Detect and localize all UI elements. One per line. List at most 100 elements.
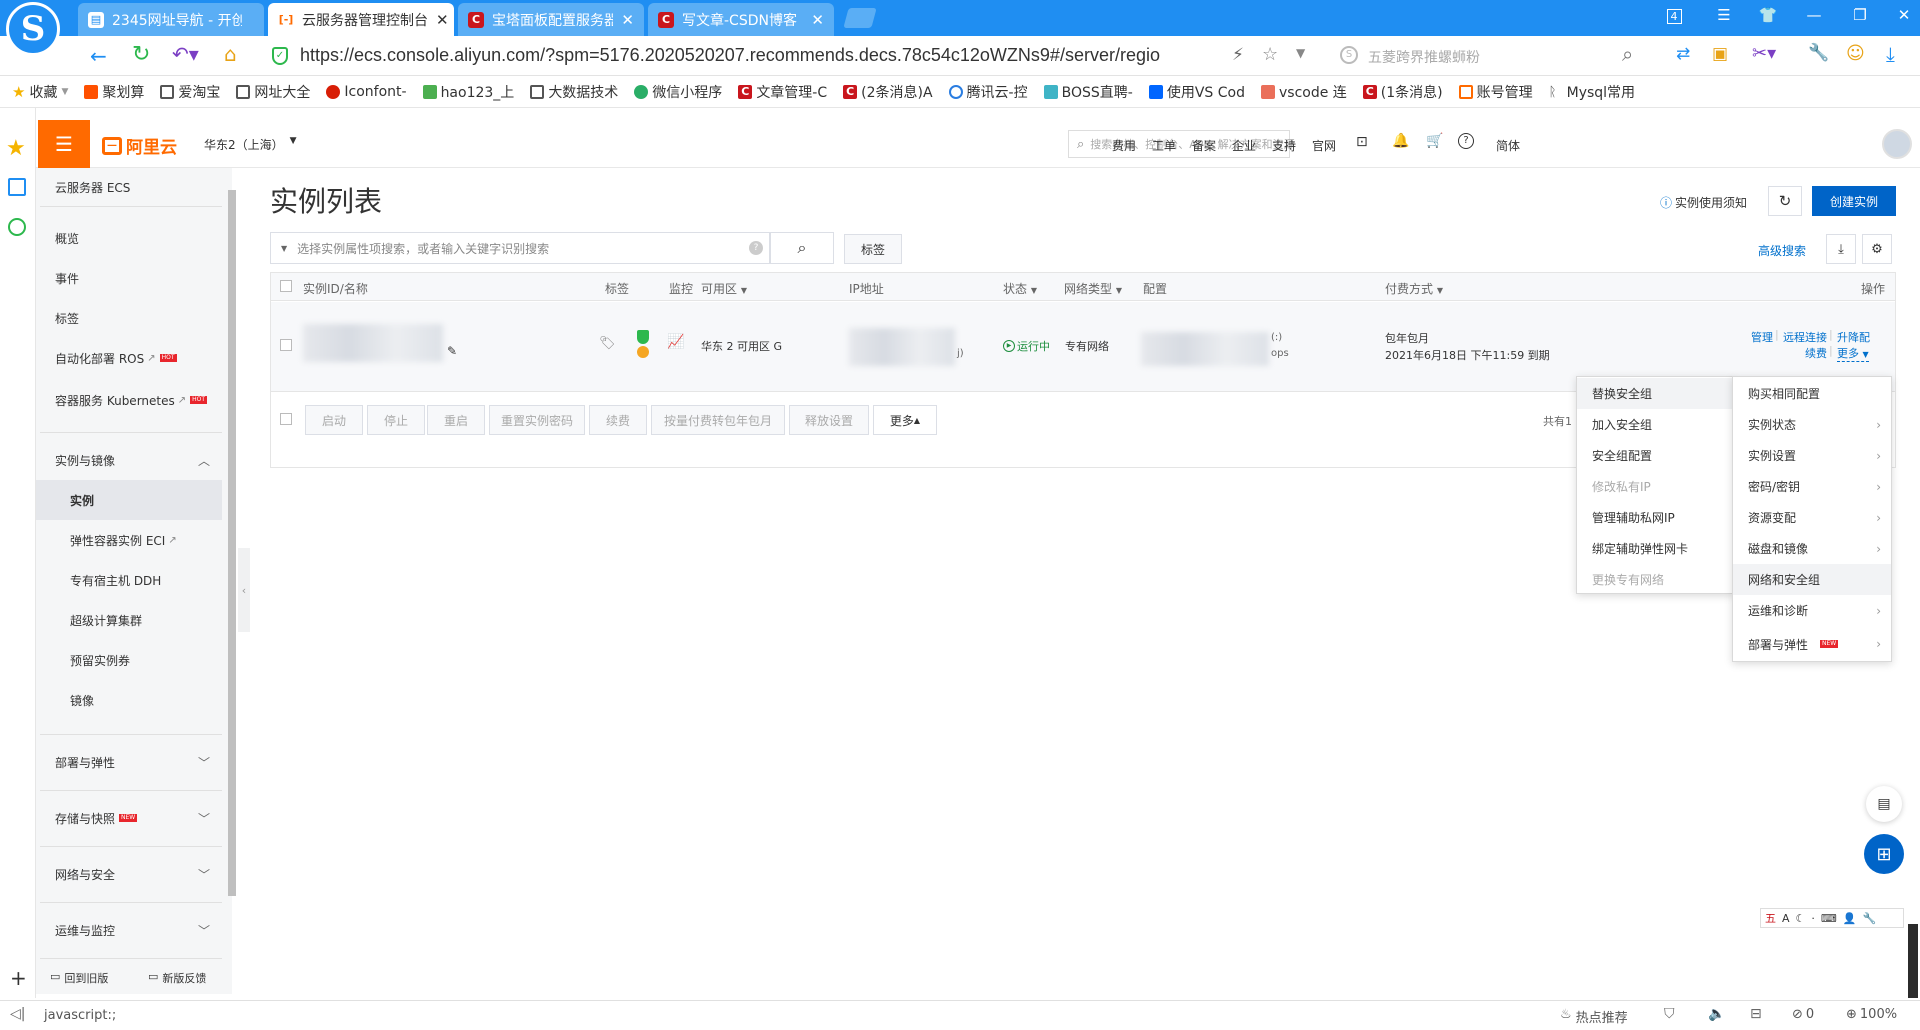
sidebar-item-tags[interactable]: 标签 [36, 298, 222, 338]
capture-icon[interactable]: ⊟ [1750, 1006, 1762, 1022]
bookmark-item[interactable]: 腾讯云-控 [948, 82, 1028, 102]
terminal-icon[interactable]: ⊡ [1356, 134, 1368, 150]
shield-icon[interactable] [637, 330, 649, 344]
skin-icon[interactable]: 👕 [1754, 6, 1782, 24]
sidebar-item-ros[interactable]: 自动化部署 ROS ↗ HOT [36, 338, 222, 378]
bookmark-item[interactable]: 账号管理 [1458, 82, 1533, 102]
export-button[interactable]: ⤓ [1826, 234, 1856, 264]
aliyun-logo[interactable]: — 阿里云 [102, 133, 177, 158]
nav-tickets[interactable]: 工单 [1152, 137, 1176, 154]
close-window-icon[interactable]: ✕ [1890, 6, 1918, 24]
sidebar-group-ops[interactable]: 运维与监控 ﹀ [36, 906, 222, 954]
wrench-icon[interactable]: 🔧 [1808, 43, 1829, 63]
home-icon[interactable]: ⌂ [224, 42, 237, 66]
sidebar-item-reserved[interactable]: 预留实例券 [36, 640, 222, 680]
instance-help-link[interactable]: ⓘ 实例使用须知 [1660, 194, 1747, 211]
sidebar-item-scc[interactable]: 超级计算集群 [36, 600, 222, 640]
resize-link[interactable]: 升降配 [1837, 329, 1870, 345]
tab-aliyun[interactable]: [-] 云服务器管理控制台 ✕ [268, 3, 454, 36]
tab-csdn[interactable]: C 写文章-CSDN博客 ✕ [648, 3, 834, 36]
bookmark-item[interactable]: 使用VS Cod [1148, 82, 1245, 102]
emoji-icon[interactable]: ☺ [1846, 43, 1865, 64]
menu-item-instance-settings[interactable]: 实例设置 › [1733, 440, 1891, 471]
nav-official[interactable]: 官网 [1312, 137, 1336, 154]
sidebar-group-instances[interactable]: 实例与镜像 ︿ [36, 440, 222, 480]
col-network[interactable]: 网络类型 ▼ [1064, 280, 1122, 297]
add-icon[interactable]: + [10, 966, 27, 990]
region-selector[interactable]: 华东2（上海） ▼ [204, 136, 297, 153]
bookmark-item[interactable]: vscode 连 [1260, 82, 1347, 102]
bulk-select-checkbox[interactable] [280, 413, 292, 425]
window-count-badge[interactable]: 4 [1660, 6, 1688, 24]
sidebar-item-ddh[interactable]: 专有宿主机 DDH [36, 560, 222, 600]
browser-search-input[interactable]: 五菱跨界推螺蛳粉 [1368, 47, 1598, 67]
nav-icp[interactable]: 备案 [1192, 137, 1216, 154]
bell-icon[interactable]: 🔔 [1392, 133, 1409, 149]
cart-icon[interactable]: 🛒 [1426, 133, 1443, 149]
language-switch[interactable]: 简体 [1496, 137, 1520, 154]
bookmark-item[interactable]: 聚划算 [84, 82, 144, 102]
menu-item-deploy-elastic[interactable]: 部署与弹性 NEW › [1733, 626, 1891, 662]
select-all-checkbox[interactable] [280, 280, 292, 292]
create-instance-button[interactable]: 创建实例 [1812, 186, 1896, 216]
download-icon[interactable]: ⤓ [1886, 42, 1895, 66]
sidebar-collapse-handle[interactable]: ‹ [238, 548, 250, 632]
security-icon[interactable] [637, 346, 649, 358]
bookmark-item[interactable]: hao123_上 [422, 82, 514, 102]
remote-connect-link[interactable]: 远程连接 [1783, 329, 1827, 345]
tab-2345[interactable]: ▤ 2345网址导航 - 开创中国 [78, 3, 264, 36]
menu-item-join-sg[interactable]: 加入安全组 [1577, 409, 1733, 440]
nav-enterprise[interactable]: 企业 [1232, 137, 1256, 154]
renew-link[interactable]: 续费 [1805, 345, 1827, 361]
bookmark-item[interactable]: 网址大全 [236, 82, 310, 102]
translate-icon[interactable]: ⇄ [1676, 44, 1690, 64]
maximize-icon[interactable]: ❐ [1846, 6, 1874, 24]
scissors-icon[interactable]: ✂▾ [1752, 43, 1776, 64]
more-actions-link[interactable]: 更多 ▼ [1837, 345, 1869, 362]
bookmark-item[interactable]: C (2条消息)A [843, 82, 933, 102]
help-icon[interactable]: ? [1458, 133, 1474, 149]
advanced-search-link[interactable]: 高级搜索 [1758, 242, 1806, 259]
bulk-more-button[interactable]: 更多 ▲ [873, 405, 937, 435]
menu-item-sg-config[interactable]: 安全组配置 [1577, 440, 1733, 471]
tag-icon[interactable]: 🏷 [599, 336, 616, 351]
apps-button[interactable]: ⊞ [1864, 834, 1904, 874]
ime-toolbar[interactable]: 五 A ☾ · ⌨ 👤 🔧 [1760, 908, 1904, 928]
settings-button[interactable]: ⚙ [1862, 234, 1892, 264]
monitor-chart-icon[interactable]: 📈 [667, 334, 684, 350]
sidebar-item-events[interactable]: 事件 [36, 258, 222, 298]
convert-billing-button[interactable]: 按量付费转包年包月 [651, 405, 785, 435]
menu-item-instance-status[interactable]: 实例状态 › [1733, 409, 1891, 440]
search-button[interactable]: ⌕ [770, 232, 834, 264]
minimize-icon[interactable]: — [1800, 6, 1828, 24]
bookmark-item[interactable]: BOSS直聘- [1043, 82, 1133, 102]
url-field[interactable]: https://ecs.console.aliyun.com/?spm=5176… [300, 45, 1230, 66]
bookmark-item[interactable]: 大数据技术 [530, 82, 618, 102]
hot-recommend[interactable]: ♨ 热点推荐 [1560, 1007, 1628, 1026]
col-billing[interactable]: 付费方式 ▼ [1385, 280, 1443, 297]
menu-item-resource-change[interactable]: 资源变配 › [1733, 502, 1891, 533]
bookmark-item[interactable]: Iconfont- [326, 84, 407, 100]
bookmark-item[interactable]: C (1条消息) [1362, 82, 1443, 102]
col-zone[interactable]: 可用区 ▼ [701, 280, 747, 297]
back-to-old-button[interactable]: ▭ 回到旧版 [50, 970, 108, 986]
sidebar-toggle-icon[interactable]: ◁| [10, 1006, 25, 1022]
bookmark-favorites[interactable]: ★ 收藏 ▼ [12, 82, 68, 102]
back-icon[interactable]: ← [90, 44, 107, 68]
close-icon[interactable]: ✕ [436, 11, 449, 29]
bookmark-item[interactable]: C 文章管理-C [738, 82, 827, 102]
zoom-control[interactable]: ⊕ 100% [1846, 1007, 1897, 1022]
chevron-down-icon[interactable]: ▼ [1296, 46, 1305, 60]
reader-icon[interactable] [8, 178, 26, 196]
manage-link[interactable]: 管理 [1751, 329, 1773, 345]
close-icon[interactable]: ✕ [811, 11, 824, 29]
bookmark-item[interactable]: ᚱ Mysql常用 [1549, 82, 1635, 102]
menu-item-ops-diag[interactable]: 运维和诊断 › [1733, 595, 1891, 626]
shield-status-icon[interactable]: ⛉ [1664, 1006, 1675, 1022]
nav-support[interactable]: 支持 [1272, 137, 1296, 154]
bookmark-item[interactable]: 爱淘宝 [160, 82, 220, 102]
adblock-counter[interactable]: ⊘ 0 [1792, 1007, 1814, 1022]
console-search-input[interactable]: ⌕ 搜索文档、控制台、API、解决方案和资源 [1068, 130, 1295, 158]
sidebar-group-storage[interactable]: 存储与快照 NEW ﹀ [36, 794, 222, 842]
star-icon[interactable]: ☆ [1262, 44, 1278, 65]
